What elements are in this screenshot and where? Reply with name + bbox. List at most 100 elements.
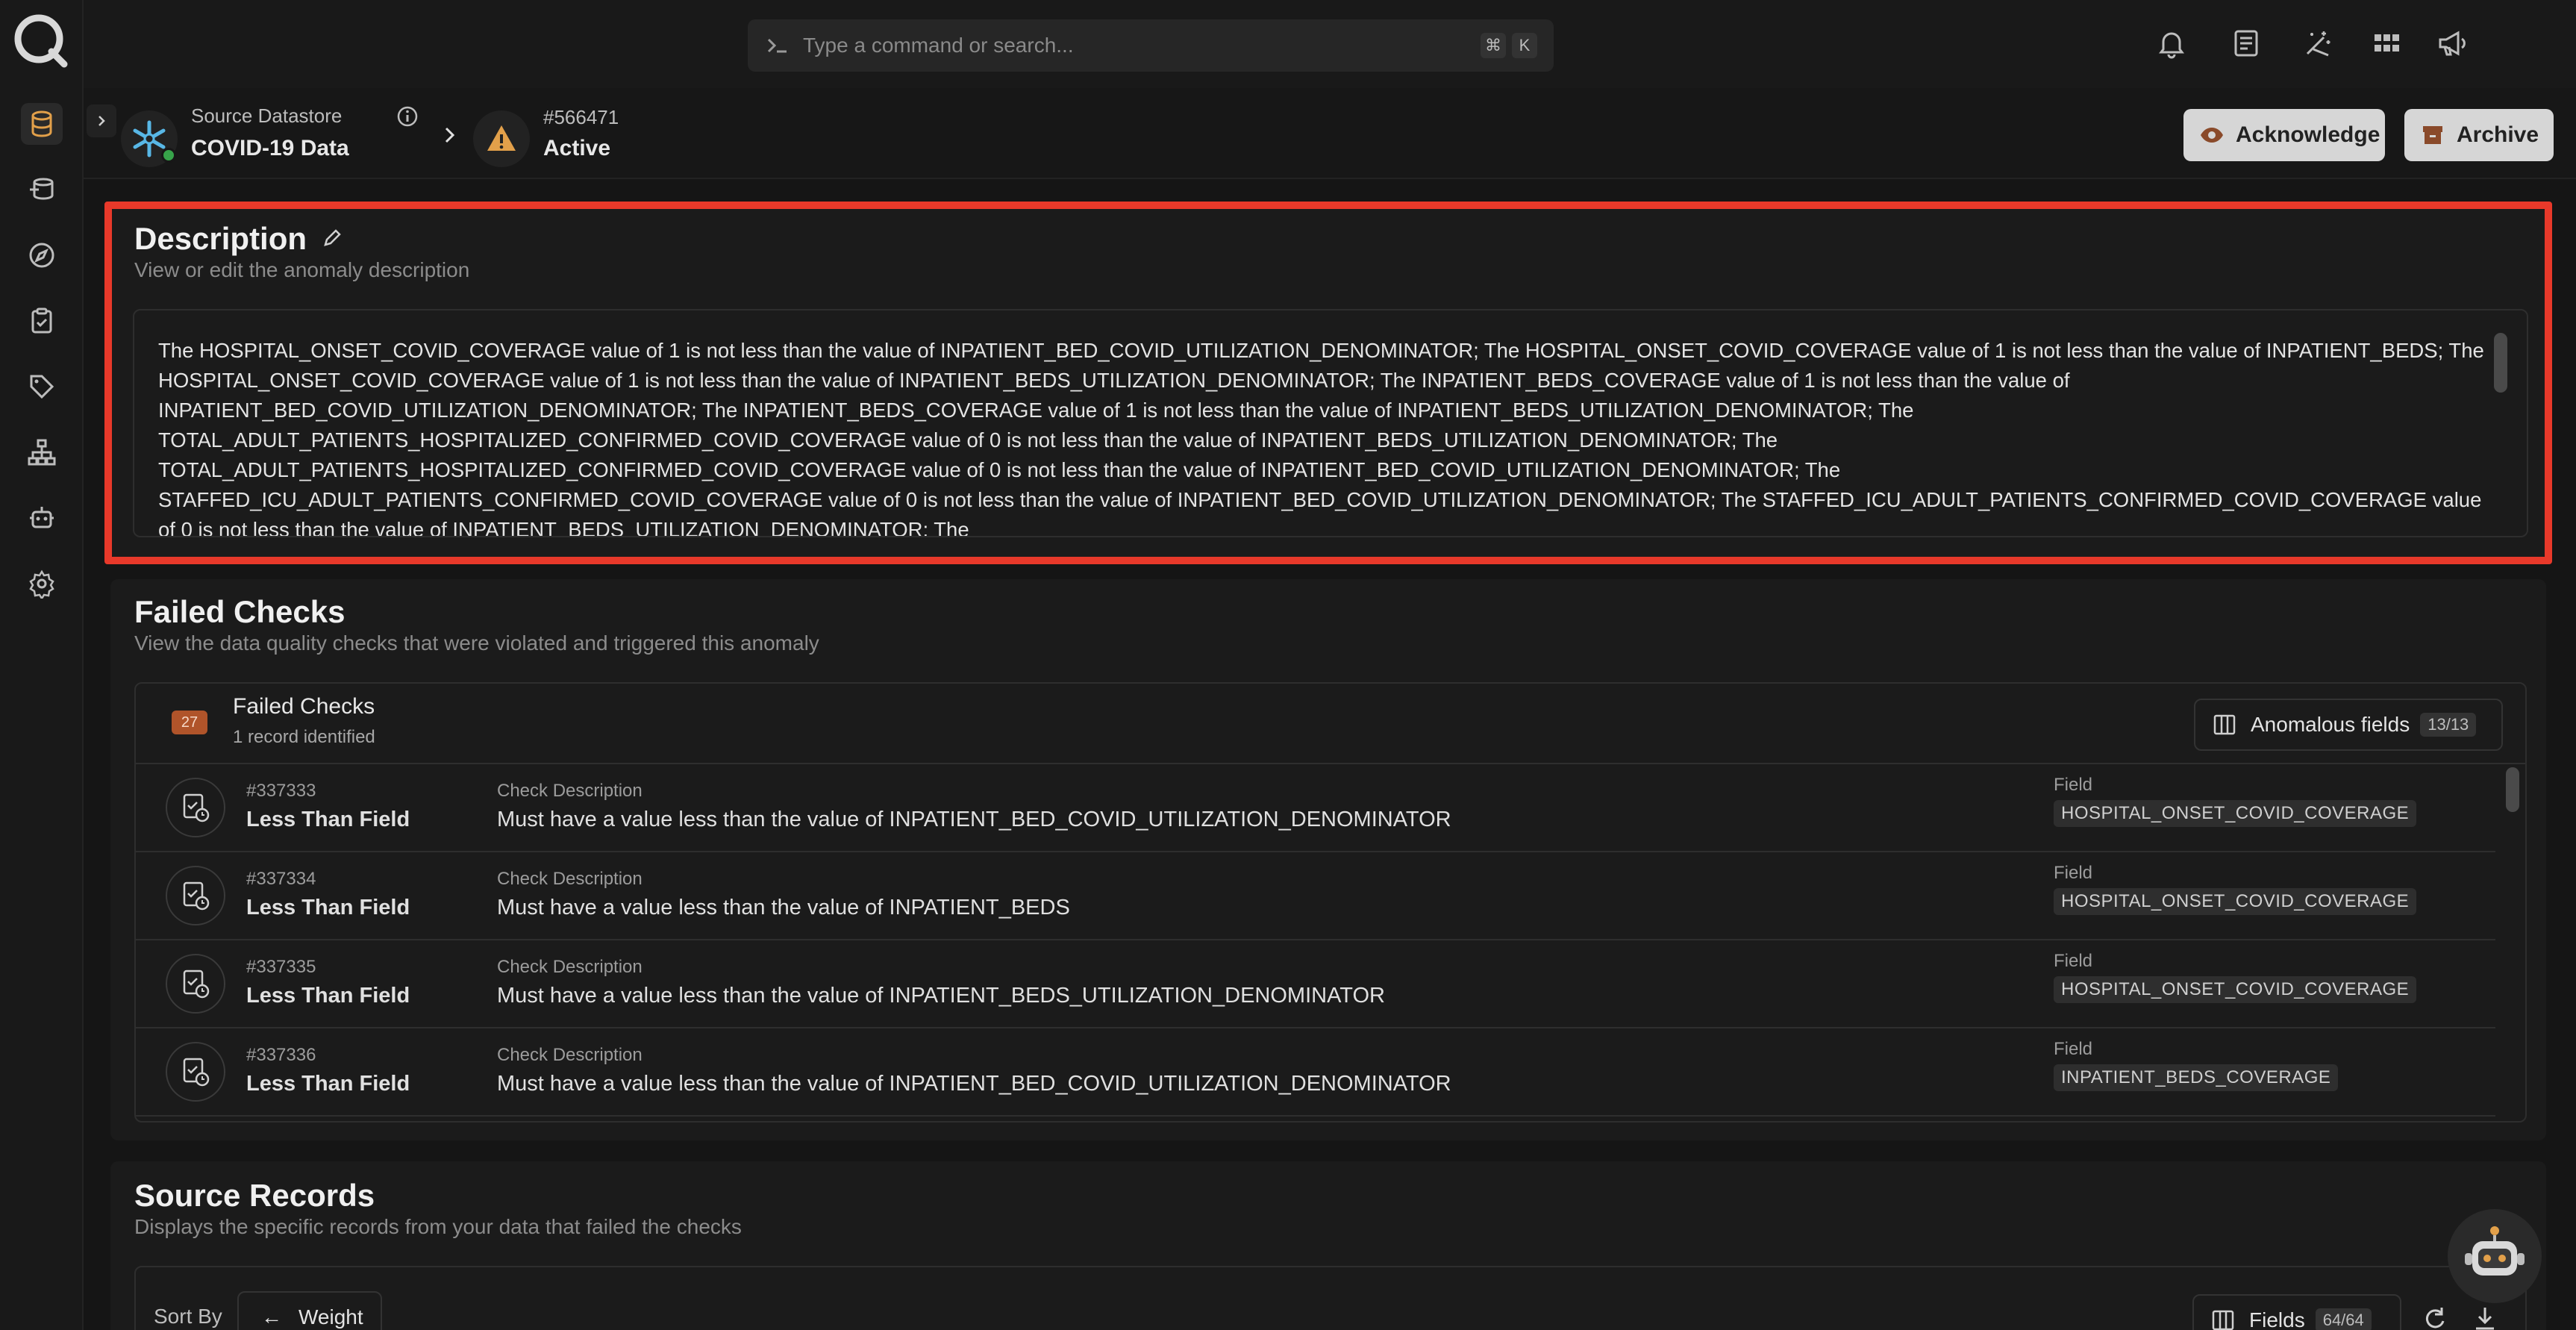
compass-icon [29, 243, 54, 268]
check-description: Must have a value less than the value of… [497, 808, 1451, 831]
expand-sidebar-button[interactable] [87, 104, 116, 137]
archive-button[interactable]: Archive [2404, 109, 2554, 161]
sidebar-item-datastores[interactable] [21, 103, 63, 145]
columns-icon [2212, 1310, 2234, 1330]
check-clock-icon [183, 1058, 210, 1087]
top-bar: Type a command or search... ⌘ K JA [84, 0, 2576, 88]
apps-button[interactable] [2366, 22, 2407, 64]
check-description-label: Check Description [497, 1045, 643, 1065]
check-description-label: Check Description [497, 957, 643, 977]
check-id[interactable]: #337334 [246, 869, 316, 890]
source-records-panel [134, 1266, 2527, 1330]
magic-button[interactable] [2297, 22, 2339, 64]
failed-checks-header-title: Failed Checks [233, 694, 375, 719]
assistant-bot-button[interactable] [2448, 1209, 2542, 1303]
columns-icon [2213, 714, 2236, 735]
table-row[interactable]: #337334 Less Than Field Check Descriptio… [136, 852, 2495, 940]
tag-icon [30, 375, 54, 399]
datastore-name[interactable]: COVID-19 Data [191, 136, 349, 161]
gear-icon [29, 569, 54, 599]
sidebar-item-flows[interactable] [21, 431, 63, 473]
sidebar-item-explore[interactable] [21, 234, 63, 276]
field-chip[interactable]: HOSPITAL_ONSET_COVID_COVERAGE [2054, 888, 2417, 915]
failed-checks-title: Failed Checks [134, 594, 346, 629]
sidebar-item-checks[interactable] [21, 300, 63, 342]
failed-checks-table: 27 Failed Checks 1 record identified Ano… [134, 682, 2527, 1123]
sidebar-item-tags[interactable] [21, 366, 63, 408]
fields-button[interactable]: Fields 64/64 [2192, 1294, 2401, 1330]
terminal-icon [767, 38, 787, 53]
check-type: Less Than Field [246, 1072, 410, 1096]
sidebar [0, 0, 84, 1330]
grid-icon [2375, 34, 2399, 51]
scrollbar-thumb[interactable] [2506, 767, 2519, 812]
layers-icon [30, 178, 54, 200]
check-description: Must have a value less than the value of… [497, 896, 1070, 920]
document-icon [2234, 30, 2258, 57]
sort-weight-button[interactable]: ← Weight [237, 1291, 382, 1330]
description-subtitle: View or edit the anomaly description [134, 258, 470, 281]
fields-label: Fields [2249, 1308, 2305, 1330]
eye-icon [2201, 128, 2223, 143]
field-label: Field [2054, 775, 2093, 795]
status-online-dot [161, 148, 176, 163]
check-description: Must have a value less than the value of… [497, 984, 1385, 1008]
sidebar-item-settings[interactable] [21, 563, 63, 605]
breadcrumb: Source Datastore COVID-19 Data #566471 A… [84, 88, 2576, 179]
check-description-label: Check Description [497, 781, 643, 801]
acknowledge-button[interactable]: Acknowledge [2183, 109, 2385, 161]
acknowledge-label: Acknowledge [2236, 122, 2380, 147]
table-row[interactable]: #337333 Less Than Field Check Descriptio… [136, 764, 2495, 852]
anomaly-status: Active [543, 136, 611, 160]
field-label: Field [2054, 951, 2093, 971]
description-textarea[interactable]: The HOSPITAL_ONSET_COVID_COVERAGE value … [133, 309, 2528, 537]
anomalous-fields-count: 13/13 [2420, 713, 2477, 737]
pencil-icon[interactable] [321, 227, 343, 249]
failed-checks-header: 27 Failed Checks 1 record identified Ano… [136, 684, 2525, 764]
check-clock-icon [183, 970, 210, 999]
check-id[interactable]: #337333 [246, 781, 316, 802]
megaphone-icon [2439, 31, 2466, 56]
field-chip[interactable]: INPATIENT_BEDS_COVERAGE [2054, 1064, 2339, 1091]
shortcut-key: K [1512, 33, 1537, 58]
archive-label: Archive [2457, 122, 2539, 147]
description-text: The HOSPITAL_ONSET_COVID_COVERAGE value … [158, 339, 2484, 537]
shortcut-mod-key: ⌘ [1481, 33, 1506, 58]
robot-icon [30, 507, 54, 528]
sidebar-item-agents[interactable] [21, 497, 63, 539]
sort-by-label: Sort By [154, 1305, 222, 1328]
scrollbar-thumb[interactable] [2494, 333, 2507, 393]
command-search[interactable]: Type a command or search... ⌘ K [748, 19, 1554, 72]
info-icon[interactable] [396, 104, 419, 128]
check-type: Less Than Field [246, 896, 410, 920]
field-chip[interactable]: HOSPITAL_ONSET_COVID_COVERAGE [2054, 800, 2417, 827]
check-type: Less Than Field [246, 808, 410, 831]
check-id[interactable]: #337336 [246, 1045, 316, 1066]
field-chip[interactable]: HOSPITAL_ONSET_COVID_COVERAGE [2054, 976, 2417, 1003]
check-type: Less Than Field [246, 984, 410, 1008]
notifications-button[interactable] [2151, 22, 2192, 64]
table-row[interactable]: #337336 Less Than Field Check Descriptio… [136, 1028, 2495, 1117]
sort-value: Weight [298, 1305, 363, 1329]
refresh-icon[interactable] [2419, 1303, 2449, 1330]
field-label: Field [2054, 863, 2093, 883]
check-id[interactable]: #337335 [246, 957, 316, 978]
archive-icon [2423, 126, 2442, 144]
sidebar-item-sources[interactable] [21, 169, 63, 210]
magic-wand-icon [2306, 31, 2330, 57]
docs-button[interactable] [2225, 22, 2267, 64]
check-icon-wrap [166, 778, 225, 837]
chevron-right-icon [99, 116, 105, 126]
anomaly-id: #566471 [543, 106, 619, 128]
chevron-right-icon [445, 127, 455, 143]
table-row[interactable]: #337335 Less Than Field Check Descriptio… [136, 940, 2495, 1028]
description-title: Description [134, 221, 307, 256]
robot-icon [2465, 1226, 2525, 1276]
clipboard-check-icon [31, 307, 52, 334]
announcements-button[interactable] [2431, 22, 2473, 64]
download-icon[interactable] [2470, 1303, 2500, 1330]
app-logo[interactable] [10, 10, 70, 70]
anomalous-fields-button[interactable]: Anomalous fields 13/13 [2194, 699, 2503, 751]
search-input[interactable]: Type a command or search... [803, 34, 1074, 57]
database-icon [31, 110, 52, 137]
